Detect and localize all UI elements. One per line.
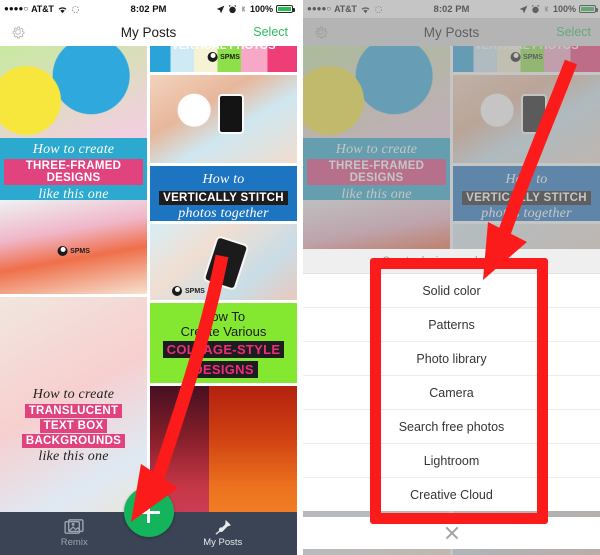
post-headline: VERTICALLY STITCH [159, 191, 288, 205]
battery-icon [276, 5, 295, 13]
status-bar-right: 100% [216, 4, 295, 14]
tab-label: Remix [60, 537, 88, 548]
post-logo: SPMS [172, 286, 205, 296]
post-logo: SPMS [57, 246, 90, 256]
screenshot-stage: ●●●●○ AT&T 8:02 PM 100% My Posts Select [0, 0, 600, 555]
post-logo: SPMS [207, 52, 240, 62]
navigation-bar: My Posts Select [0, 18, 297, 46]
status-bar: ●●●●○ AT&T 8:02 PM 100% [0, 0, 297, 18]
photos-stack-icon [64, 519, 84, 534]
posts-column-2: VERTICAL PHOTOS SPMS How to VERTICALLY S… [150, 46, 297, 555]
post-headline-1: COLLAGE-STYLE [162, 341, 285, 358]
post-headline-2: DESIGNS [189, 361, 258, 378]
tab-label: My Posts [203, 537, 243, 548]
post-card-vertically-stitch[interactable]: How to VERTICALLY STITCH photos together [150, 166, 297, 221]
post-card-phone-hand[interactable]: SPMS [150, 224, 297, 300]
posts-column-1: How to create THREE-FRAMED DESIGNS like … [0, 46, 147, 555]
close-x-icon [444, 525, 460, 541]
plus-fab-button[interactable] [123, 487, 174, 537]
post-card-beach-photo[interactable] [150, 75, 297, 163]
post-script-top: How to create [32, 387, 115, 402]
pin-push-icon [215, 519, 231, 535]
post-headline-1: TRANSLUCENT [24, 404, 123, 418]
post-script-bottom: like this one [38, 449, 109, 464]
annotation-highlight-box [370, 258, 548, 524]
post-line-1: How To [201, 309, 246, 324]
post-script-top: How to create [32, 142, 115, 157]
post-script-top: How to [202, 172, 245, 187]
phone-screen-left: ●●●●○ AT&T 8:02 PM 100% My Posts Select [0, 0, 297, 555]
alarm-clock-icon [228, 4, 237, 13]
post-headline-3: BACKGROUNDS [21, 434, 126, 448]
battery-percent-label: 100% [249, 4, 273, 14]
post-script-bottom: photos together [178, 206, 269, 221]
post-line-2: Create Various [180, 324, 267, 339]
post-card-vertical-photos[interactable]: VERTICAL PHOTOS SPMS [150, 46, 297, 72]
select-button[interactable]: Select [253, 25, 288, 39]
post-headline: THREE-FRAMED DESIGNS [4, 159, 143, 185]
post-card-collage-style[interactable]: How To Create Various COLLAGE-STYLE DESI… [150, 303, 297, 383]
post-card-three-framed[interactable]: How to create THREE-FRAMED DESIGNS like … [0, 46, 147, 294]
bluetooth-icon [241, 6, 246, 12]
posts-grid: How to create THREE-FRAMED DESIGNS like … [0, 46, 297, 555]
post-headline-2: TEXT BOX [39, 419, 108, 433]
location-arrow-icon [216, 5, 225, 13]
